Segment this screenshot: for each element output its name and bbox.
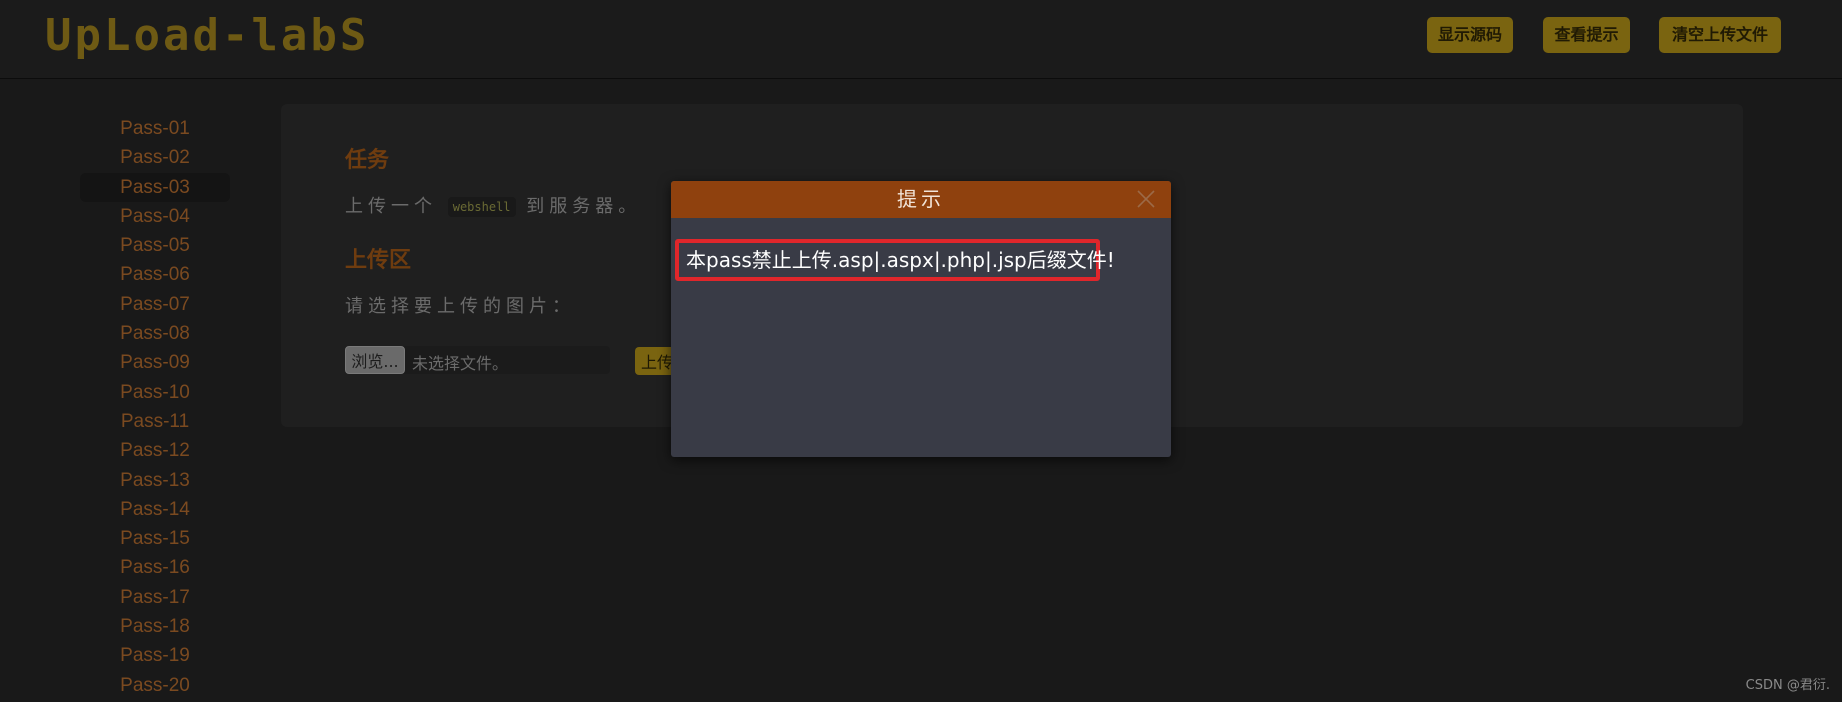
sidebar-item-pass-10[interactable]: Pass-10 <box>80 378 230 407</box>
sidebar-item-pass-11[interactable]: Pass-11 <box>80 407 230 436</box>
sidebar-item-pass-04[interactable]: Pass-04 <box>80 202 230 231</box>
view-hint-button[interactable]: 查看提示 <box>1543 17 1630 53</box>
upload-section-title: 上传区 <box>345 248 412 273</box>
level-sidebar: Pass-01 Pass-02 Pass-03 Pass-04 Pass-05 Pass-… <box>80 114 230 700</box>
task-title: 任务 <box>345 148 390 173</box>
sidebar-item-pass-13[interactable]: Pass-13 <box>80 466 230 495</box>
close-icon[interactable] <box>1136 189 1156 209</box>
browse-button[interactable]: 浏览... <box>345 346 405 374</box>
sidebar-item-pass-19[interactable]: Pass-19 <box>80 641 230 670</box>
top-header: UpLoad-labS 显示源码 查看提示 清空上传文件 <box>0 0 1842 79</box>
show-source-button[interactable]: 显示源码 <box>1427 17 1513 53</box>
sidebar-item-pass-14[interactable]: Pass-14 <box>80 495 230 524</box>
alert-dialog: 提示 本pass禁止上传.asp|.aspx|.php|.jsp后缀文件! <box>671 181 1171 457</box>
sidebar-item-pass-07[interactable]: Pass-07 <box>80 290 230 319</box>
clear-uploads-button[interactable]: 清空上传文件 <box>1659 17 1781 53</box>
sidebar-item-pass-06[interactable]: Pass-06 <box>80 260 230 289</box>
task-text-after: 到服务器。 <box>526 196 642 217</box>
file-input[interactable]: 浏览... 未选择文件。 <box>345 346 610 374</box>
sidebar-item-pass-16[interactable]: Pass-16 <box>80 553 230 582</box>
sidebar-item-pass-15[interactable]: Pass-15 <box>80 524 230 553</box>
dialog-title: 提示 <box>671 181 1171 218</box>
sidebar-item-pass-09[interactable]: Pass-09 <box>80 348 230 377</box>
task-text-before: 上传一个 <box>345 196 437 217</box>
sidebar-item-pass-08[interactable]: Pass-08 <box>80 319 230 348</box>
sidebar-item-pass-01[interactable]: Pass-01 <box>80 114 230 143</box>
sidebar-item-pass-20[interactable]: Pass-20 <box>80 671 230 700</box>
csdn-watermark: CSDN @君衍. <box>1745 678 1830 693</box>
sidebar-item-pass-03[interactable]: Pass-03 <box>80 172 230 202</box>
webshell-code: webshell <box>447 197 516 217</box>
sidebar-item-pass-12[interactable]: Pass-12 <box>80 436 230 465</box>
sidebar-item-pass-02[interactable]: Pass-02 <box>80 143 230 172</box>
file-status-text: 未选择文件。 <box>412 354 509 373</box>
site-logo: UpLoad-labS <box>45 10 370 61</box>
sidebar-item-pass-18[interactable]: Pass-18 <box>80 612 230 641</box>
sidebar-item-pass-05[interactable]: Pass-05 <box>80 231 230 260</box>
dialog-message: 本pass禁止上传.asp|.aspx|.php|.jsp后缀文件! <box>675 239 1115 281</box>
task-description: 上传一个 webshell 到服务器。 <box>345 192 641 218</box>
choose-image-label: 请选择要上传的图片： <box>345 296 575 317</box>
sidebar-item-pass-17[interactable]: Pass-17 <box>80 583 230 612</box>
